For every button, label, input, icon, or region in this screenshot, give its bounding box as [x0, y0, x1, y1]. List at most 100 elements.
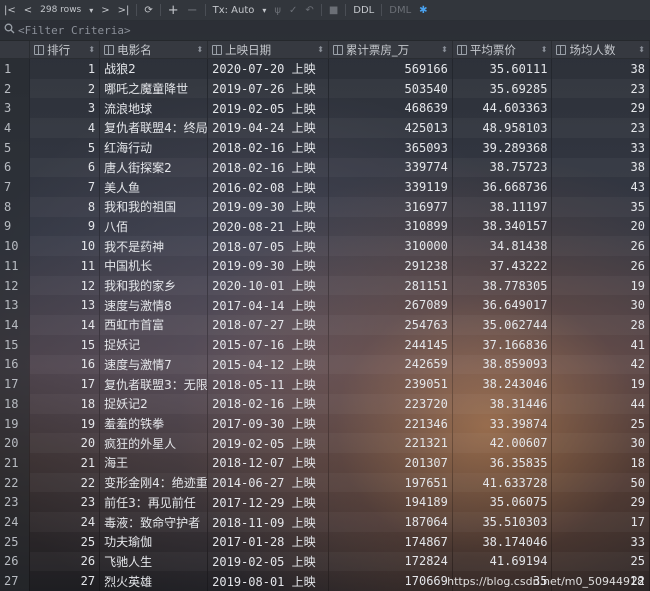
rank-cell[interactable]: 16 [29, 354, 101, 375]
movie-name-cell[interactable]: 速度与激情8 [99, 295, 209, 316]
table-row[interactable]: 13 13 速度与激情8 2017-04-14 上映 267089 36.649017 30 [0, 295, 650, 316]
movie-name-cell[interactable]: 复仇者联盟4：终局 [99, 118, 209, 138]
avg-price-cell[interactable]: 38.243046 [452, 374, 553, 394]
avg-price-cell[interactable]: 41.633728 [452, 472, 553, 493]
avg-audience-cell[interactable]: 26 [551, 256, 650, 276]
box-office-cell[interactable]: 221346 [328, 413, 453, 434]
movie-name-cell[interactable]: 毒液：致命守护者 [99, 512, 209, 532]
next-page-icon[interactable]: > [97, 0, 113, 20]
release-date-cell[interactable]: 2019-09-30 上映 [207, 196, 329, 217]
avg-audience-cell[interactable]: 33 [551, 137, 650, 158]
avg-audience-cell[interactable]: 20 [551, 216, 650, 237]
chevron-down-icon[interactable]: ▾ [258, 0, 270, 20]
movie-name-cell[interactable]: 飞驰人生 [99, 551, 209, 572]
release-date-cell[interactable]: 2018-02-16 上映 [207, 393, 329, 414]
box-office-cell[interactable]: 425013 [328, 118, 453, 138]
box-office-cell[interactable]: 267089 [328, 295, 453, 316]
avg-price-cell[interactable]: 36.649017 [452, 295, 553, 316]
rank-cell[interactable]: 9 [29, 216, 101, 237]
box-office-cell[interactable]: 242659 [328, 354, 453, 375]
table-row[interactable]: 12 12 我和我的家乡 2020-10-01 上映 281151 38.778305 19 [0, 275, 650, 296]
movie-name-cell[interactable]: 海王 [99, 453, 209, 473]
column-header[interactable]: 电影名 ⬍ [99, 41, 209, 59]
movie-name-cell[interactable]: 复仇者联盟3：无限 [99, 374, 209, 394]
movie-name-cell[interactable]: 前任3：再见前任 [99, 492, 209, 513]
chevron-down-icon[interactable]: ▾ [85, 0, 97, 20]
movie-name-cell[interactable]: 哪吒之魔童降世 [99, 78, 209, 99]
avg-price-cell[interactable]: 38.31446 [452, 393, 553, 414]
rank-cell[interactable]: 18 [29, 393, 101, 414]
commit-icon[interactable]: ✓ [285, 0, 301, 20]
avg-audience-cell[interactable]: 18 [551, 453, 650, 473]
filter-bar[interactable]: <Filter Criteria> [0, 20, 650, 41]
movie-name-cell[interactable]: 唐人街探案2 [99, 157, 209, 178]
sort-icon[interactable]: ⬍ [317, 45, 324, 54]
movie-name-cell[interactable]: 战狼2 [99, 58, 209, 79]
movie-name-cell[interactable]: 我和我的家乡 [99, 275, 209, 296]
box-office-cell[interactable]: 194189 [328, 492, 453, 513]
avg-audience-cell[interactable]: 29 [551, 98, 650, 119]
release-date-cell[interactable]: 2018-02-16 上映 [207, 137, 329, 158]
avg-price-cell[interactable]: 35.69285 [452, 78, 553, 99]
avg-audience-cell[interactable]: 25 [551, 413, 650, 434]
table-row[interactable]: 5 5 红海行动 2018-02-16 上映 365093 39.289368 33 [0, 137, 650, 158]
box-office-cell[interactable]: 174867 [328, 531, 453, 552]
avg-price-cell[interactable]: 35.60111 [452, 58, 553, 79]
box-office-cell[interactable]: 339774 [328, 157, 453, 178]
avg-audience-cell[interactable]: 38 [551, 157, 650, 178]
avg-audience-cell[interactable]: 19 [551, 374, 650, 394]
avg-price-cell[interactable]: 39.289368 [452, 137, 553, 158]
avg-audience-cell[interactable]: 30 [551, 433, 650, 454]
avg-price-cell[interactable]: 44.603363 [452, 98, 553, 119]
sort-icon[interactable]: ⬍ [441, 45, 448, 54]
avg-audience-cell[interactable]: 33 [551, 531, 650, 552]
avg-audience-cell[interactable]: 35 [551, 196, 650, 217]
release-date-cell[interactable]: 2018-11-09 上映 [207, 512, 329, 532]
release-date-cell[interactable]: 2020-07-20 上映 [207, 58, 329, 79]
avg-price-cell[interactable]: 38.340157 [452, 216, 553, 237]
rank-cell[interactable]: 11 [29, 256, 101, 276]
rank-cell[interactable]: 7 [29, 177, 101, 197]
table-row[interactable]: 19 19 羞羞的铁拳 2017-09-30 上映 221346 33.39874 25 [0, 413, 650, 434]
avg-audience-cell[interactable]: 30 [551, 295, 650, 316]
sort-icon[interactable]: ⬍ [638, 45, 645, 54]
table-row[interactable]: 20 20 疯狂的外星人 2019-02-05 上映 221321 42.00607 30 [0, 433, 650, 454]
avg-audience-cell[interactable]: 23 [551, 78, 650, 99]
avg-audience-cell[interactable]: 50 [551, 472, 650, 493]
movie-name-cell[interactable]: 我不是药神 [99, 236, 209, 257]
rank-cell[interactable]: 1 [29, 58, 101, 79]
box-office-cell[interactable]: 365093 [328, 137, 453, 158]
table-row[interactable]: 25 25 功夫瑜伽 2017-01-28 上映 174867 38.174046 33 [0, 531, 650, 552]
table-row[interactable]: 4 4 复仇者联盟4：终局 2019-04-24 上映 425013 48.958103 2… [0, 118, 650, 138]
add-row-icon[interactable]: + [164, 0, 183, 20]
avg-price-cell[interactable]: 35.510303 [452, 512, 553, 532]
box-office-cell[interactable]: 310899 [328, 216, 453, 237]
table-row[interactable]: 3 3 流浪地球 2019-02-05 上映 468639 44.603363 29 [0, 98, 650, 119]
box-office-cell[interactable]: 291238 [328, 256, 453, 276]
box-office-cell[interactable]: 503540 [328, 78, 453, 99]
avg-audience-cell[interactable]: 43 [551, 177, 650, 197]
table-row[interactable]: 10 10 我不是药神 2018-07-05 上映 310000 34.81438 26 [0, 236, 650, 257]
avg-audience-cell[interactable]: 17 [551, 512, 650, 532]
avg-price-cell[interactable]: 38.859093 [452, 354, 553, 375]
column-header[interactable]: 平均票价 ⬍ [452, 41, 553, 59]
avg-price-cell[interactable]: 35.062744 [452, 315, 553, 335]
pin-icon[interactable]: ✱ [415, 0, 431, 20]
release-date-cell[interactable]: 2019-09-30 上映 [207, 256, 329, 276]
table-row[interactable]: 11 11 中国机长 2019-09-30 上映 291238 37.43222 26 [0, 256, 650, 276]
avg-price-cell[interactable]: 36.35835 [452, 453, 553, 473]
refresh-icon[interactable]: ⟳ [140, 0, 156, 20]
rank-cell[interactable]: 26 [29, 551, 101, 572]
tx-icon[interactable]: ψ [270, 0, 285, 20]
avg-audience-cell[interactable]: 38 [551, 58, 650, 79]
table-row[interactable]: 16 16 速度与激情7 2015-04-12 上映 242659 38.859093 42 [0, 354, 650, 375]
rank-cell[interactable]: 10 [29, 236, 101, 257]
avg-price-cell[interactable]: 48.958103 [452, 118, 553, 138]
avg-audience-cell[interactable]: 19 [551, 275, 650, 296]
table-row[interactable]: 9 9 八佰 2020-08-21 上映 310899 38.340157 20 [0, 216, 650, 237]
release-date-cell[interactable]: 2014-06-27 上映 [207, 472, 329, 493]
box-office-cell[interactable]: 201307 [328, 453, 453, 473]
avg-audience-cell[interactable]: 28 [551, 315, 650, 335]
movie-name-cell[interactable]: 美人鱼 [99, 177, 209, 197]
release-date-cell[interactable]: 2018-07-05 上映 [207, 236, 329, 257]
